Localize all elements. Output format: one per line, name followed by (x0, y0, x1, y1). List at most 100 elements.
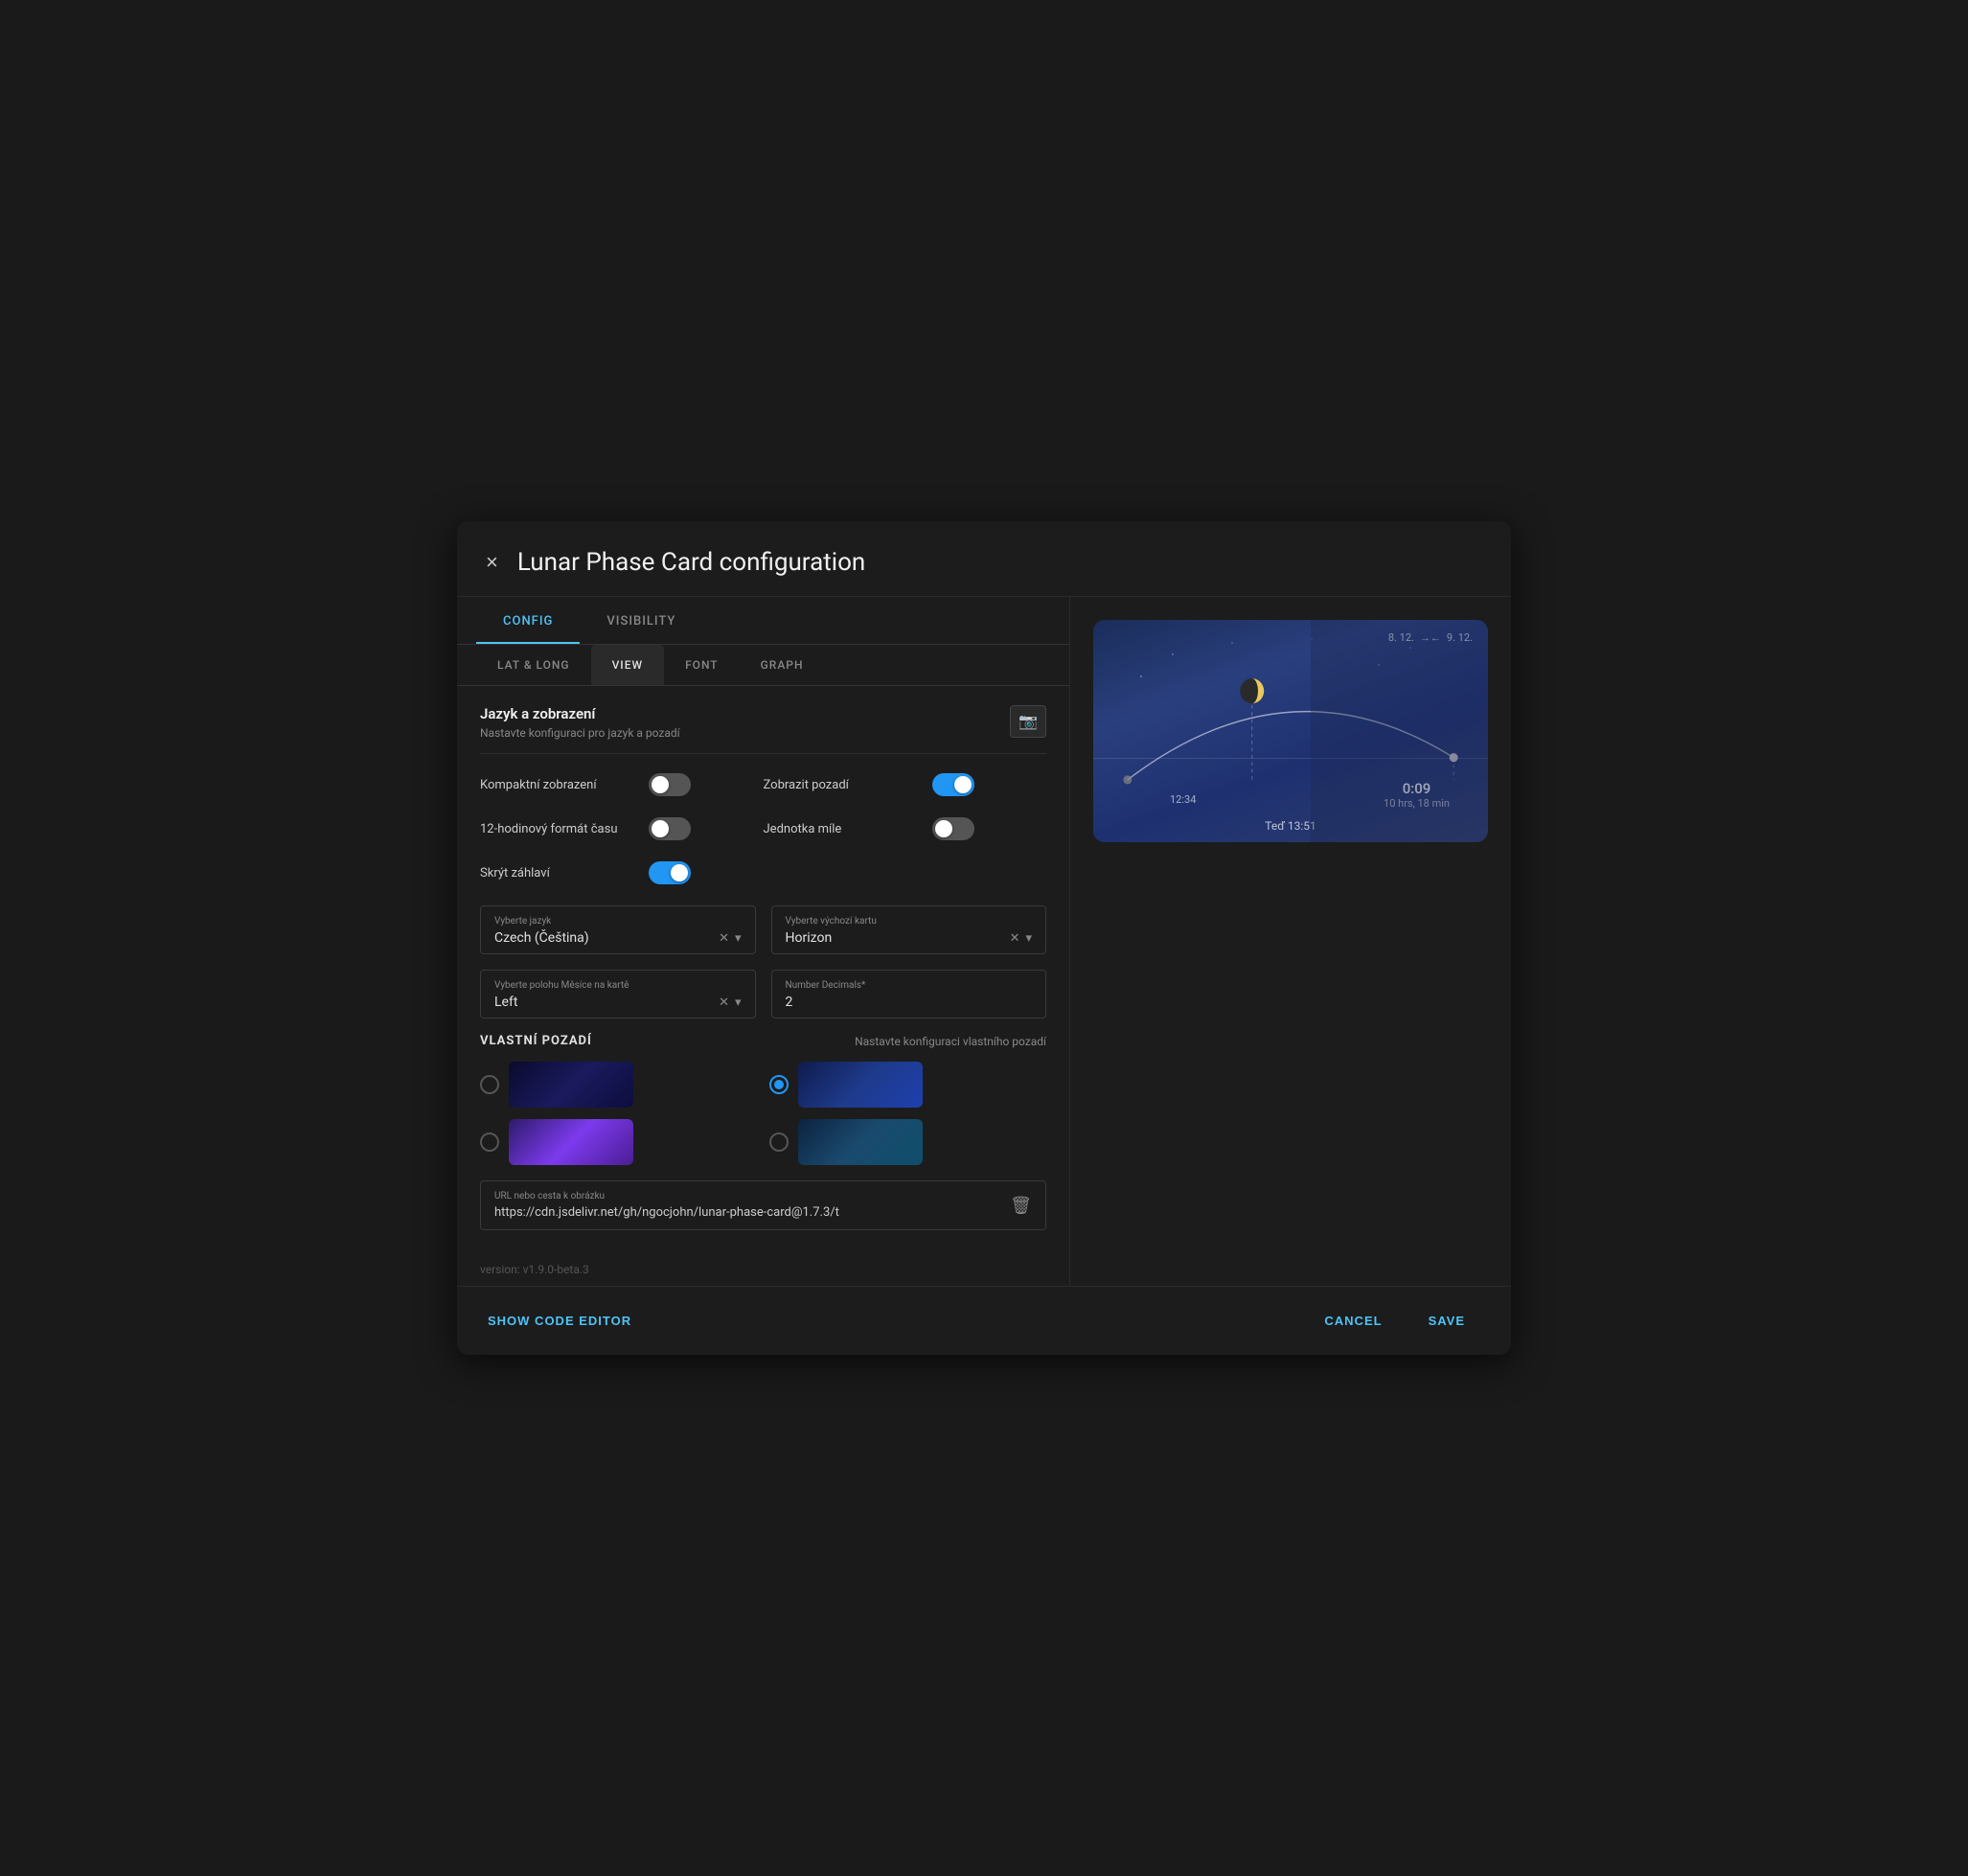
select-karta-icons: ✕ ▾ (1010, 931, 1032, 946)
preview-card: 8. 12. →← 9. 12. (1093, 620, 1488, 842)
clear-icon[interactable]: ✕ (719, 931, 729, 946)
toggle-thumb-format (652, 820, 669, 837)
select-karta-value: Horizon (786, 930, 833, 946)
toggle-row-1: Kompaktní zobrazení Zobrazit pozadí (480, 773, 1046, 796)
section-title: Jazyk a zobrazení (480, 705, 680, 722)
trash-button[interactable]: 🗑 (1010, 1196, 1032, 1216)
url-label: URL nebo cesta k obrázku (494, 1191, 1000, 1201)
tab-lat-long[interactable]: LAT & LONG (476, 645, 591, 685)
chevron-down-icon-poloha[interactable]: ▾ (735, 995, 742, 1010)
select-jazyk-icons: ✕ ▾ (719, 931, 741, 946)
toggle-row-2: 12-hodinový formát času Jednotka míle (480, 817, 1046, 840)
toggle-thumb-kompaktni (652, 776, 669, 793)
tab-config[interactable]: CONFIG (476, 597, 580, 644)
toggle-item-mile: Jednotka míle (764, 817, 1047, 840)
bg-section-header: VLASTNÍ POZADÍ Nastavte konfiguraci vlas… (480, 1034, 1046, 1048)
section-header: Jazyk a zobrazení Nastavte konfiguraci p… (480, 705, 1046, 754)
time-label-left-container: 12:34 (1170, 793, 1196, 806)
toggle-item-zobrazit: Zobrazit pozadí (764, 773, 1047, 796)
tab-graph[interactable]: GRAPH (740, 645, 825, 685)
time-label-left: 12:34 (1170, 793, 1196, 806)
radio-bg-2[interactable] (769, 1075, 789, 1094)
section-subtitle: Nastavte konfiguraci pro jazyk a pozadí (480, 726, 680, 740)
right-panel: 8. 12. →← 9. 12. (1070, 597, 1511, 1286)
select-poloha-value: Left (494, 995, 517, 1010)
select-karta[interactable]: Vyberte výchozí kartu Horizon ✕ ▾ (771, 905, 1047, 954)
select-jazyk-value: Czech (Čeština) (494, 930, 589, 946)
select-decimals[interactable]: Number Decimals* 2 (771, 970, 1047, 1018)
url-value[interactable]: https://cdn.jsdelivr.net/gh/ngocjohn/lun… (494, 1205, 1000, 1220)
dialog-title: Lunar Phase Card configuration (517, 548, 865, 577)
toggle-label-skryt: Skrýt záhlaví (480, 866, 633, 881)
radio-bg-3[interactable] (480, 1132, 499, 1152)
url-input-area: URL nebo cesta k obrázku https://cdn.jsd… (494, 1191, 1000, 1220)
toggle-mile[interactable] (932, 817, 974, 840)
toggle-zobrazit[interactable] (932, 773, 974, 796)
toggle-label-zobrazit: Zobrazit pozadí (764, 778, 917, 792)
select-decimals-value-row: 2 (786, 995, 1033, 1010)
sub-tabs: LAT & LONG VIEW FONT GRAPH (457, 645, 1069, 686)
clear-icon-poloha[interactable]: ✕ (719, 995, 729, 1010)
toggle-kompaktni[interactable] (649, 773, 691, 796)
select-jazyk-value-row: Czech (Čeština) ✕ ▾ (494, 930, 742, 946)
toggle-item-format: 12-hodinový formát času (480, 817, 764, 840)
select-jazyk-label: Vyberte jazyk (494, 916, 742, 927)
dialog-body: CONFIG VISIBILITY LAT & LONG VIEW FONT G… (457, 597, 1511, 1286)
select-decimals-value: 2 (786, 995, 793, 1010)
top-tabs: CONFIG VISIBILITY (457, 597, 1069, 645)
section-text: Jazyk a zobrazení Nastavte konfiguraci p… (480, 705, 680, 740)
tab-font[interactable]: FONT (664, 645, 740, 685)
clear-icon-karta[interactable]: ✕ (1010, 931, 1020, 946)
toggle-thumb-mile (935, 820, 952, 837)
content-area: Jazyk a zobrazení Nastavte konfiguraci p… (457, 686, 1069, 1249)
cancel-button[interactable]: CANCEL (1309, 1306, 1397, 1336)
left-panel: CONFIG VISIBILITY LAT & LONG VIEW FONT G… (457, 597, 1070, 1286)
chevron-down-icon[interactable]: ▾ (735, 931, 742, 946)
select-row-1: Vyberte jazyk Czech (Čeština) ✕ ▾ Vybert… (480, 905, 1046, 954)
select-row-2: Vyberte polohu Měsíce na kartě Left ✕ ▾ … (480, 970, 1046, 1018)
footer-right-buttons: CANCEL SAVE (1309, 1306, 1480, 1336)
toggle-format[interactable] (649, 817, 691, 840)
bg-section-desc: Nastavte konfiguraci vlastního pozadí (855, 1035, 1046, 1048)
bg-preview-1[interactable] (509, 1062, 633, 1108)
tab-view[interactable]: VIEW (591, 645, 665, 685)
toggle-label-mile: Jednotka míle (764, 822, 917, 836)
toggle-skryt[interactable] (649, 861, 691, 884)
image-icon-button[interactable]: 📷 (1010, 705, 1046, 738)
dialog-footer: SHOW CODE EDITOR CANCEL SAVE (457, 1286, 1511, 1355)
bg-option-1 (480, 1062, 758, 1108)
toggle-item-kompaktni: Kompaktní zobrazení (480, 773, 764, 796)
toggle-row-3: Skrýt záhlaví (480, 861, 1046, 884)
radio-bg-4[interactable] (769, 1132, 789, 1152)
preview-shade (1311, 620, 1488, 842)
bg-preview-3[interactable] (509, 1119, 633, 1165)
bg-option-3 (480, 1119, 758, 1165)
select-decimals-label: Number Decimals* (786, 980, 1033, 991)
select-poloha-icons: ✕ ▾ (719, 995, 741, 1010)
radio-bg-1[interactable] (480, 1075, 499, 1094)
version-text: version: v1.9.0-beta.3 (457, 1249, 1069, 1286)
select-jazyk[interactable]: Vyberte jazyk Czech (Čeština) ✕ ▾ (480, 905, 756, 954)
bg-preview-4[interactable] (798, 1119, 923, 1165)
save-button[interactable]: SAVE (1413, 1306, 1480, 1336)
select-poloha[interactable]: Vyberte polohu Měsíce na kartě Left ✕ ▾ (480, 970, 756, 1018)
toggle-label-format: 12-hodinový formát času (480, 822, 633, 836)
bg-section-title: VLASTNÍ POZADÍ (480, 1034, 592, 1048)
dialog: × Lunar Phase Card configuration CONFIG … (457, 521, 1511, 1355)
url-input-container: URL nebo cesta k obrázku https://cdn.jsd… (480, 1180, 1046, 1230)
bg-preview-2[interactable] (798, 1062, 923, 1108)
bg-option-4 (769, 1119, 1047, 1165)
select-poloha-value-row: Left ✕ ▾ (494, 995, 742, 1010)
show-code-editor-button[interactable]: SHOW CODE EDITOR (488, 1314, 631, 1328)
close-button[interactable]: × (484, 550, 500, 575)
toggle-thumb-skryt (671, 864, 688, 881)
select-poloha-label: Vyberte polohu Měsíce na kartě (494, 980, 742, 991)
toggle-thumb-zobrazit (954, 776, 972, 793)
toggle-label-kompaktni: Kompaktní zobrazení (480, 778, 633, 792)
select-karta-label: Vyberte výchozí kartu (786, 916, 1033, 927)
dialog-header: × Lunar Phase Card configuration (457, 521, 1511, 597)
chevron-down-icon-karta[interactable]: ▾ (1025, 931, 1032, 946)
bg-option-2 (769, 1062, 1047, 1108)
toggle-item-skryt: Skrýt záhlaví (480, 861, 1046, 884)
tab-visibility[interactable]: VISIBILITY (580, 597, 702, 644)
